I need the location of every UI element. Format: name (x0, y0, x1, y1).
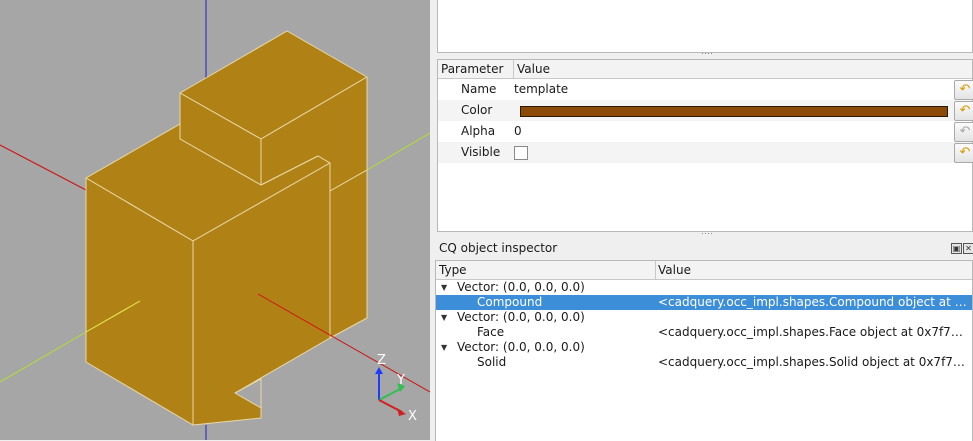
inspector-tree: Type Value ▼ Vector: (0.0, 0.0, 0.0) Com… (435, 260, 973, 441)
tree-item-solid[interactable]: Solid <cadquery.occ_impl.shapes.Solid ob… (436, 355, 972, 370)
header-value[interactable]: Value (655, 261, 970, 279)
tree-item-label: Solid (477, 355, 507, 369)
orientation-triad: Z Y X (375, 353, 417, 424)
expand-arrow-icon[interactable]: ▼ (441, 340, 447, 355)
revert-icon[interactable]: ↶ (954, 101, 973, 121)
tree-item-vector[interactable]: ▼ Vector: (0.0, 0.0, 0.0) (436, 280, 972, 295)
properties-table: Parameter Value Name template ↶ Color ↶ … (437, 59, 973, 232)
triad-z-label: Z (377, 353, 386, 368)
model-face-side-back (329, 169, 368, 339)
triad-y-label: Y (396, 373, 405, 388)
property-row-name[interactable]: Name template ↶ (438, 79, 973, 100)
inspector-title: CQ object inspector (439, 241, 558, 255)
viewport-canvas[interactable]: Z Y X (0, 0, 430, 440)
x-axis-line (0, 144, 87, 191)
cad-model[interactable] (85, 30, 368, 426)
tree-item-value: <cadquery.occ_impl.shapes.Compound objec… (658, 295, 970, 309)
y-axis-line (366, 132, 430, 171)
property-row-color[interactable]: Color ↶ (438, 100, 973, 121)
y-axis-line-lower (0, 331, 87, 383)
expand-arrow-icon[interactable]: ▼ (441, 310, 447, 325)
splitter-grip[interactable] (702, 233, 714, 236)
3d-viewport[interactable]: Z Y X (0, 0, 430, 440)
tree-item-vector[interactable]: ▼ Vector: (0.0, 0.0, 0.0) (436, 310, 972, 325)
property-label: Name (461, 82, 497, 96)
revert-icon: ↶ (954, 122, 973, 142)
tree-item-value: <cadquery.occ_impl.shapes.Face object at… (658, 325, 963, 339)
property-label: Color (461, 103, 493, 117)
revert-icon[interactable]: ↶ (954, 80, 973, 100)
header-value[interactable]: Value (514, 60, 972, 78)
inspector-header: Type Value (436, 261, 972, 280)
header-parameter[interactable]: Parameter (438, 60, 514, 78)
tree-item-label: Compound (477, 295, 543, 309)
header-type[interactable]: Type (436, 261, 656, 279)
triad-x-label: X (408, 409, 417, 424)
property-row-alpha[interactable]: Alpha 0 ↶ (438, 121, 973, 142)
tree-item-vector[interactable]: ▼ Vector: (0.0, 0.0, 0.0) (436, 340, 972, 355)
property-row-visible[interactable]: Visible ↶ (438, 142, 973, 163)
tree-item-label: Vector: (0.0, 0.0, 0.0) (457, 310, 585, 324)
float-icon[interactable]: ▣ (951, 243, 962, 254)
tree-item-label: Vector: (0.0, 0.0, 0.0) (457, 280, 585, 294)
visible-checkbox[interactable] (514, 146, 528, 160)
property-label: Visible (461, 145, 501, 159)
splitter-grip[interactable] (702, 53, 714, 56)
color-swatch[interactable] (520, 106, 948, 117)
expand-arrow-icon[interactable]: ▼ (441, 280, 447, 295)
object-tree-panel[interactable] (437, 0, 973, 53)
tree-item-compound[interactable]: Compound <cadquery.occ_impl.shapes.Compo… (436, 295, 972, 310)
alpha-value[interactable]: 0 (514, 121, 522, 142)
close-icon[interactable]: ✕ (963, 243, 973, 254)
tree-item-label: Face (477, 325, 505, 339)
property-label: Alpha (461, 124, 496, 138)
right-pane: Parameter Value Name template ↶ Color ↶ … (435, 0, 973, 441)
name-value[interactable]: template (514, 79, 568, 100)
properties-header: Parameter Value (438, 60, 972, 79)
tree-item-face[interactable]: Face <cadquery.occ_impl.shapes.Face obje… (436, 325, 972, 340)
tree-item-label: Vector: (0.0, 0.0, 0.0) (457, 340, 585, 354)
revert-icon[interactable]: ↶ (954, 143, 973, 163)
tree-item-value: <cadquery.occ_impl.shapes.Solid object a… (658, 355, 965, 369)
